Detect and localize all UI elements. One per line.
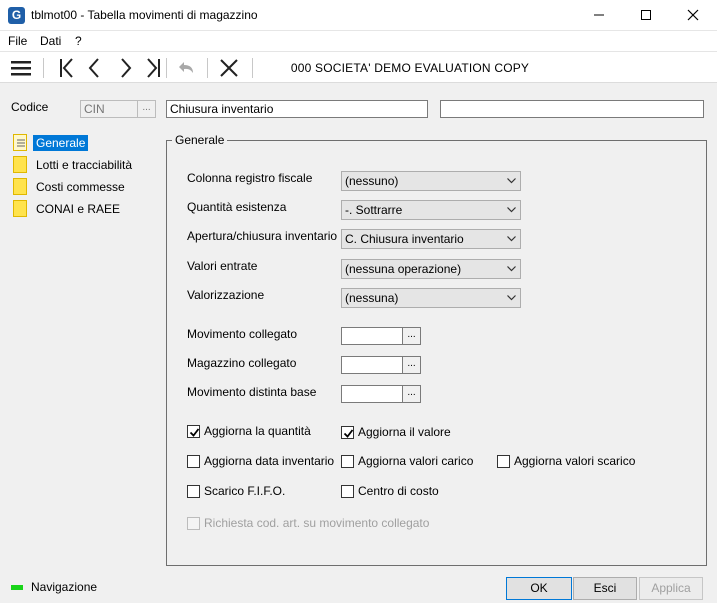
menu-icon	[11, 61, 31, 76]
mov-collegato-label: Movimento collegato	[187, 327, 298, 341]
last-record-icon	[147, 58, 160, 78]
status-text: Navigazione	[31, 580, 98, 594]
check-icon	[343, 429, 354, 438]
undo-icon	[179, 62, 193, 73]
chevron-down-icon	[507, 178, 516, 184]
esci-button[interactable]: Esci	[573, 577, 637, 600]
toolbar-separator	[166, 58, 167, 78]
last-record-button[interactable]	[140, 56, 166, 80]
document-icon	[13, 134, 27, 151]
quantita-select[interactable]: -. Sottrarre	[341, 200, 521, 220]
codice-lookup-button[interactable]: ...	[137, 100, 156, 118]
mag-collegato-label: Magazzino collegato	[187, 356, 297, 370]
checkbox-box	[187, 425, 200, 438]
agg-valore-label: Aggiorna il valore	[358, 425, 451, 439]
tree-item-label: Costi commesse	[36, 180, 125, 194]
checkbox-box	[341, 426, 354, 439]
valori-label: Valori entrate	[187, 259, 258, 273]
check-icon	[189, 428, 200, 437]
toolbar: 000 SOCIETA' DEMO EVALUATION COPY	[0, 51, 717, 83]
valori-value: (nessuna operazione)	[345, 262, 462, 276]
minimize-icon	[594, 14, 604, 16]
applica-button[interactable]: Applica	[639, 577, 703, 600]
minimize-button[interactable]	[576, 0, 622, 31]
codice-input[interactable]: CIN	[80, 100, 138, 118]
quantita-label: Quantità esistenza	[187, 200, 287, 214]
valorizzazione-value: (nessuna)	[345, 291, 399, 305]
page-icon	[13, 156, 27, 173]
previous-record-button[interactable]	[82, 56, 108, 80]
apertura-label: Apertura/chiusura inventario	[187, 229, 338, 243]
apertura-value: C. Chiusura inventario	[345, 232, 464, 246]
mov-collegato-input[interactable]	[341, 327, 403, 345]
chevron-down-icon	[507, 295, 516, 301]
centro-costo-label: Centro di costo	[358, 484, 439, 498]
mov-distinta-input[interactable]	[341, 385, 403, 403]
agg-val-scarico-label: Aggiorna valori scarico	[514, 454, 636, 468]
apertura-select[interactable]: C. Chiusura inventario	[341, 229, 521, 249]
tree-item-label: CONAI e RAEE	[36, 202, 121, 216]
colonna-select[interactable]: (nessuno)	[341, 171, 521, 191]
checkbox-box	[187, 455, 200, 468]
richiesta-cod-label: Richiesta cod. art. su movimento collega…	[204, 516, 430, 530]
status-indicator	[11, 585, 23, 590]
mov-distinta-label: Movimento distinta base	[187, 385, 317, 399]
close-button[interactable]	[670, 0, 716, 31]
title-bar: G tblmot00 - Tabella movimenti di magazz…	[0, 0, 717, 31]
agg-val-carico-label: Aggiorna valori carico	[358, 454, 474, 468]
colonna-value: (nessuno)	[345, 174, 399, 188]
menu-dati[interactable]: Dati	[40, 34, 61, 48]
toolbar-separator	[43, 58, 44, 78]
next-record-icon	[121, 58, 132, 78]
checkbox-box	[341, 485, 354, 498]
description-input[interactable]: Chiusura inventario	[166, 100, 428, 118]
menu-help[interactable]: ?	[75, 34, 82, 48]
toolbar-separator	[207, 58, 208, 78]
company-title: 000 SOCIETA' DEMO EVALUATION COPY	[290, 61, 530, 75]
maximize-button[interactable]	[623, 0, 669, 31]
extra-input[interactable]	[440, 100, 704, 118]
quantita-value: -. Sottrarre	[345, 203, 403, 217]
mag-collegato-lookup-button[interactable]: ...	[402, 356, 421, 374]
page-icon	[13, 178, 27, 195]
delete-icon	[220, 59, 238, 77]
agg-quantita-label: Aggiorna la quantità	[204, 424, 311, 438]
valori-select[interactable]: (nessuna operazione)	[341, 259, 521, 279]
next-record-button[interactable]	[113, 56, 139, 80]
agg-data-inv-label: Aggiorna data inventario	[204, 454, 335, 468]
tree-item-label: Lotti e tracciabilità	[36, 158, 133, 172]
menu-file[interactable]: File	[8, 34, 27, 48]
previous-record-icon	[88, 58, 99, 78]
groupbox-title: Generale	[172, 133, 228, 147]
valorizzazione-select[interactable]: (nessuna)	[341, 288, 521, 308]
main-menu-button[interactable]	[8, 56, 34, 80]
codice-label: Codice	[11, 100, 49, 114]
close-icon	[687, 9, 699, 21]
menu-bar: File Dati ?	[0, 31, 717, 51]
scarico-fifo-label: Scarico F.I.F.O.	[204, 484, 286, 498]
ok-button[interactable]: OK	[506, 577, 572, 600]
first-record-icon	[60, 58, 73, 78]
mov-collegato-lookup-button[interactable]: ...	[402, 327, 421, 345]
checkbox-box	[187, 517, 200, 530]
checkbox-box	[497, 455, 510, 468]
maximize-icon	[641, 10, 651, 20]
app-icon: G	[8, 7, 25, 24]
checkbox-box	[341, 455, 354, 468]
mov-distinta-lookup-button[interactable]: ...	[402, 385, 421, 403]
mag-collegato-input[interactable]	[341, 356, 403, 374]
chevron-down-icon	[507, 266, 516, 272]
valorizzazione-label: Valorizzazione	[187, 288, 265, 302]
colonna-label: Colonna registro fiscale	[187, 171, 313, 185]
tree-item-label: Generale	[33, 135, 89, 151]
chevron-down-icon	[507, 236, 516, 242]
delete-button[interactable]	[216, 56, 242, 80]
checkbox-box	[187, 485, 200, 498]
first-record-button[interactable]	[54, 56, 80, 80]
undo-button[interactable]	[172, 56, 198, 80]
chevron-down-icon	[507, 207, 516, 213]
page-icon	[13, 200, 27, 217]
window-title: tblmot00 - Tabella movimenti di magazzin…	[31, 8, 258, 22]
